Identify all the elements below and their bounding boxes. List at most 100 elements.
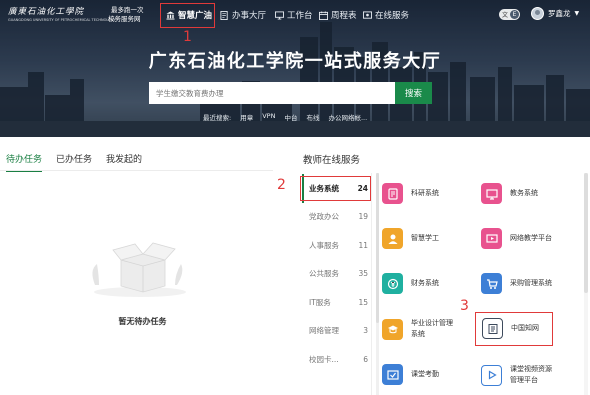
nav-service-hall[interactable]: 办事大厅	[220, 8, 266, 22]
section-title: 教师在线服务	[303, 155, 361, 166]
category-label: 校园卡...	[309, 354, 339, 364]
attendance-icon	[382, 364, 403, 385]
finance-icon	[382, 273, 403, 294]
system-label: 采购管理系统	[510, 279, 552, 287]
category-hr-service[interactable]: 人事服务 11	[302, 231, 370, 260]
recent-item[interactable]: 中台	[284, 112, 297, 122]
category-count: 15	[358, 297, 368, 307]
monitor-icon	[275, 10, 284, 20]
system-label: 智慧学工	[411, 234, 439, 242]
category-label: IT服务	[309, 297, 331, 307]
lang-badge: E	[510, 10, 519, 19]
category-it-service[interactable]: IT服务 15	[302, 288, 370, 317]
system-label: 财务系统	[411, 279, 439, 287]
logo-text: 廣東石油化工學院	[8, 7, 85, 17]
calendar-icon	[319, 10, 328, 20]
divider	[371, 173, 372, 395]
university-logo[interactable]: 廣東石油化工學院 GUANGDONG UNIVERSITY OF PETROCH…	[8, 5, 116, 25]
cart-icon	[481, 273, 502, 294]
annotation-box-3	[475, 312, 553, 346]
slogan: 最多跑一次 校务服务网	[108, 6, 144, 24]
nav-weekly-schedule[interactable]: 周程表	[319, 8, 357, 22]
system-video-resources[interactable]: 课堂视频资源管理平台	[481, 364, 552, 386]
category-count: 6	[363, 354, 368, 364]
document-icon	[220, 10, 228, 20]
category-scrollbar[interactable]	[376, 173, 379, 395]
nav-label: 在线服务	[375, 11, 410, 21]
system-label: 网络教学平台	[510, 234, 552, 242]
system-research[interactable]: 科研系统	[382, 183, 439, 204]
system-finance[interactable]: 财务系统	[382, 273, 439, 294]
category-public-service[interactable]: 公共服务 35	[302, 260, 370, 289]
video-icon	[481, 364, 502, 386]
empty-state-text: 暂无待办任务	[118, 317, 167, 326]
system-label: 教务系统	[510, 189, 538, 197]
category-label: 党政办公	[309, 212, 339, 222]
language-toggle[interactable]: 文 E	[499, 9, 520, 20]
category-count: 35	[358, 269, 368, 279]
tab-initiated[interactable]: 我发起的	[106, 152, 142, 172]
teaching-icon	[481, 183, 502, 204]
system-label: 毕业设计管理系统	[411, 319, 453, 338]
system-label: 课堂视频资源管理平台	[510, 365, 552, 384]
annotation-box-1	[160, 3, 215, 28]
category-label: 公共服务	[309, 269, 339, 279]
task-tabs: 待办任务 已办任务 我发起的	[6, 152, 142, 172]
scrollbar-thumb[interactable]	[376, 173, 379, 323]
nav-online-service[interactable]: 在线服务	[363, 8, 409, 22]
category-campus-card[interactable]: 校园卡... 6	[302, 345, 370, 374]
annotation-box-2	[300, 176, 371, 201]
nav-workbench[interactable]: 工作台	[275, 8, 313, 22]
search-input[interactable]	[149, 82, 395, 104]
system-graduation-design[interactable]: 毕业设计管理系统	[382, 318, 453, 340]
system-student-work[interactable]: 智慧学工	[382, 228, 439, 249]
category-party-office[interactable]: 党政办公 19	[302, 203, 370, 232]
chevron-down-icon: ▼	[574, 10, 580, 17]
student-work-icon	[382, 228, 403, 249]
page-title: 广东石油化工学院一站式服务大厅	[148, 51, 442, 72]
system-procurement[interactable]: 采购管理系统	[481, 273, 552, 294]
system-label: 课堂考勤	[411, 370, 439, 378]
recent-item[interactable]: VPN	[262, 112, 275, 122]
category-count: 11	[358, 240, 368, 250]
logo-subtext: GUANGDONG UNIVERSITY OF PETROCHEMICAL TE…	[8, 18, 116, 22]
recent-searches: 最近搜索: 用章 VPN 中台 布线 办公网络帐...	[203, 112, 367, 122]
annotation-label-2: 2	[277, 177, 286, 193]
recent-item[interactable]: 布线	[306, 112, 319, 122]
tab-done[interactable]: 已办任务	[56, 152, 92, 172]
tab-pending[interactable]: 待办任务	[6, 152, 43, 172]
search-button[interactable]: 搜索	[395, 82, 432, 104]
category-label: 网络管理	[309, 326, 339, 336]
research-icon	[382, 183, 403, 204]
category-count: 19	[358, 212, 368, 222]
system-academic[interactable]: 教务系统	[481, 183, 538, 204]
category-network-management[interactable]: 网络管理 3	[302, 317, 370, 346]
online-teaching-icon	[481, 228, 502, 249]
recent-item[interactable]: 用章	[240, 112, 253, 122]
category-count: 3	[363, 326, 368, 336]
scrollbar-thumb[interactable]	[584, 173, 588, 293]
avatar	[531, 7, 544, 20]
annotation-label-3: 3	[460, 298, 469, 314]
annotation-label-1: 1	[183, 29, 192, 45]
slogan-line-2: 校务服务网	[108, 15, 141, 23]
slogan-line-1: 最多跑一次	[111, 6, 144, 14]
online-service-icon	[363, 10, 372, 19]
system-attendance[interactable]: 课堂考勤	[382, 364, 439, 385]
systems-scrollbar[interactable]	[584, 173, 588, 395]
nav-label: 工作台	[287, 11, 313, 21]
category-list: 业务系统 24 党政办公 19 人事服务 11 公共服务 35 IT服务 15 网络管理 3…	[302, 174, 370, 374]
user-menu[interactable]: 罗鑫龙 ▼	[531, 7, 579, 20]
nav-label: 周程表	[331, 11, 357, 21]
search-bar: 搜索	[149, 82, 432, 104]
graduation-icon	[382, 318, 403, 340]
user-name: 罗鑫龙	[548, 9, 571, 18]
nav-label: 办事大厅	[232, 11, 267, 21]
empty-box-illustration	[92, 242, 186, 297]
divider	[0, 170, 273, 171]
category-label: 人事服务	[309, 240, 339, 250]
recent-label: 最近搜索:	[203, 114, 232, 122]
recent-item[interactable]: 办公网络帐...	[328, 112, 367, 122]
system-online-teaching[interactable]: 网络教学平台	[481, 228, 552, 249]
lang-text: 文	[502, 12, 509, 19]
